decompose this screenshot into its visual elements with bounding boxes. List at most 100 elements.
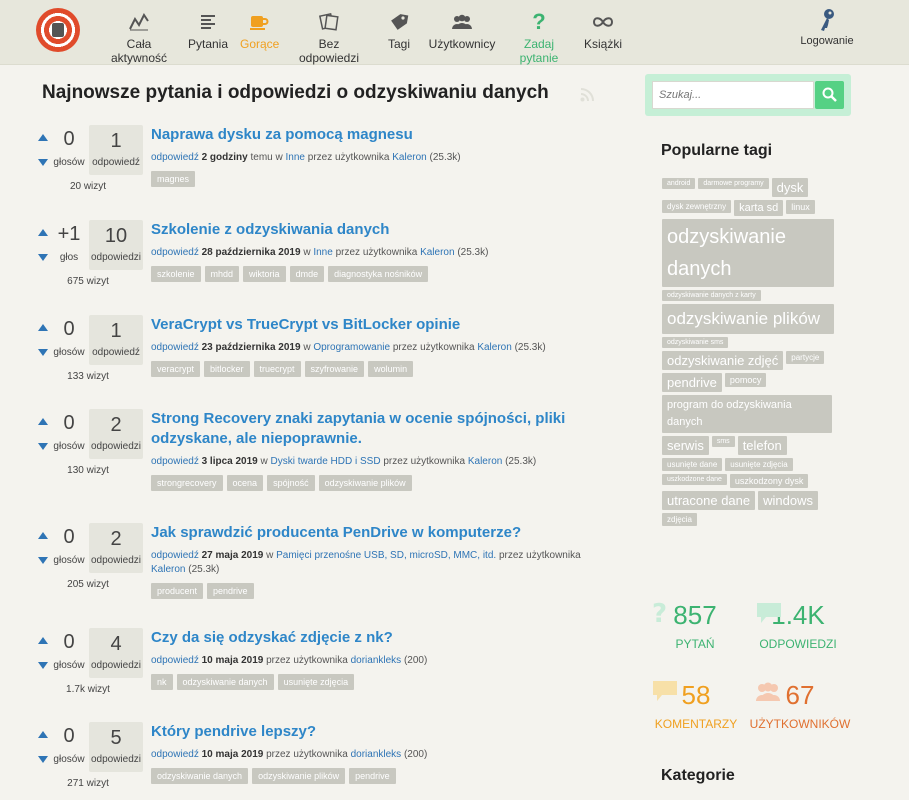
- popular-tag[interactable]: windows: [758, 491, 818, 510]
- question-tag[interactable]: dmde: [289, 266, 325, 282]
- popular-tag[interactable]: utracone dane: [662, 491, 756, 510]
- question-title-link[interactable]: Naprawa dysku za pomocą magnesu: [151, 125, 611, 145]
- answer-link[interactable]: odpowiedź: [151, 342, 199, 353]
- category-link[interactable]: Inne: [313, 247, 332, 258]
- question-tag[interactable]: mhdd: [204, 266, 240, 282]
- popular-tag[interactable]: darmowe programy: [698, 178, 769, 189]
- popular-tag[interactable]: dysk: [771, 178, 809, 197]
- category-link[interactable]: Pamięci przenośne USB, SD, microSD, MMC,…: [276, 550, 496, 561]
- nav-ask-question[interactable]: ? Zadaj pytanie: [503, 10, 575, 66]
- answer-link[interactable]: odpowiedź: [151, 655, 199, 666]
- question-title-link[interactable]: Szkolenie z odzyskiwania danych: [151, 220, 611, 240]
- user-link[interactable]: Kaleron: [151, 564, 185, 575]
- popular-tag[interactable]: odzyskiwanie zdjęć: [662, 351, 784, 370]
- popular-tag[interactable]: program do odzyskiwania danych: [662, 395, 832, 433]
- question-title-link[interactable]: VeraCrypt vs TrueCrypt vs BitLocker opin…: [151, 315, 611, 335]
- question-tag[interactable]: spójność: [267, 475, 315, 491]
- question-tag[interactable]: wolumin: [368, 361, 414, 377]
- answer-link[interactable]: odpowiedź: [151, 247, 199, 258]
- question-tag[interactable]: odzyskiwanie danych: [151, 768, 249, 784]
- vote-down-icon[interactable]: [38, 254, 48, 261]
- answer-link[interactable]: odpowiedź: [151, 456, 199, 467]
- popular-tag[interactable]: linux: [786, 200, 815, 214]
- nav-all-activity[interactable]: Cała aktywność: [99, 10, 179, 65]
- question-title-link[interactable]: Czy da się odzyskać zdjęcie z nk?: [151, 628, 611, 648]
- question-tag[interactable]: szkolenie: [151, 266, 201, 282]
- question-title-link[interactable]: Który pendrive lepszy?: [151, 722, 611, 742]
- user-link[interactable]: doriankleks: [351, 655, 402, 666]
- search-button[interactable]: [815, 81, 844, 109]
- user-link[interactable]: Kaleron: [477, 342, 511, 353]
- vote-down-icon[interactable]: [38, 159, 48, 166]
- vote-down-icon[interactable]: [38, 443, 48, 450]
- question-tag[interactable]: ocena: [226, 475, 264, 491]
- user-link[interactable]: doriankleks: [351, 749, 402, 760]
- vote-down-icon[interactable]: [38, 662, 48, 669]
- user-link[interactable]: Kaleron: [468, 456, 502, 467]
- site-logo[interactable]: [36, 8, 80, 52]
- popular-tag[interactable]: telefon: [737, 436, 787, 455]
- question-tag[interactable]: strongrecovery: [151, 475, 223, 491]
- vote-up-icon[interactable]: [38, 324, 48, 331]
- vote-down-icon[interactable]: [38, 557, 48, 564]
- nav-questions[interactable]: Pytania: [187, 10, 229, 51]
- popular-tag[interactable]: usunięte zdjęcia: [725, 458, 793, 471]
- vote-up-icon[interactable]: [38, 731, 48, 738]
- question-tag[interactable]: diagnostyka nośników: [328, 266, 429, 282]
- question-title-link[interactable]: Strong Recovery znaki zapytania w ocenie…: [151, 409, 611, 449]
- user-link[interactable]: Kaleron: [392, 152, 426, 163]
- popular-tag[interactable]: partycje: [786, 351, 825, 364]
- vote-down-icon[interactable]: [38, 756, 48, 763]
- popular-tag[interactable]: odzyskiwanie plików: [662, 304, 834, 334]
- category-link[interactable]: Oprogramowanie: [313, 342, 390, 353]
- category-link[interactable]: Dyski twarde HDD i SSD: [271, 456, 381, 467]
- popular-tag[interactable]: android: [662, 178, 696, 189]
- vote-down-icon[interactable]: [38, 349, 48, 356]
- answer-link[interactable]: odpowiedź: [151, 550, 199, 561]
- popular-tag[interactable]: uszkodzone dane: [662, 474, 727, 485]
- popular-tag[interactable]: odzyskiwanie danych: [662, 219, 834, 287]
- popular-tag[interactable]: karta sd: [734, 200, 784, 216]
- question-tag[interactable]: truecrypt: [253, 361, 301, 377]
- popular-tag[interactable]: uszkodzony dysk: [729, 474, 809, 488]
- nav-unanswered[interactable]: Bez odpowiedzi: [287, 10, 371, 65]
- category-link[interactable]: Inne: [286, 152, 305, 163]
- popular-tag[interactable]: odzyskiwanie danych z karty: [662, 290, 761, 301]
- popular-tag[interactable]: sms: [711, 436, 735, 447]
- popular-tag[interactable]: dysk zewnętrzny: [662, 200, 732, 213]
- nav-tags[interactable]: Tagi: [386, 10, 412, 51]
- answer-link[interactable]: odpowiedź: [151, 749, 199, 760]
- question-tag[interactable]: usunięte zdjęcia: [277, 674, 355, 690]
- user-link[interactable]: Kaleron: [420, 247, 454, 258]
- search-input[interactable]: [652, 81, 814, 109]
- vote-up-icon[interactable]: [38, 134, 48, 141]
- question-tag[interactable]: veracrypt: [151, 361, 201, 377]
- question-tag[interactable]: odzyskiwanie danych: [176, 674, 274, 690]
- question-tag[interactable]: producent: [151, 583, 204, 599]
- popular-tag[interactable]: pomocy: [724, 373, 767, 387]
- question-tag[interactable]: odzyskiwanie plików: [318, 475, 412, 491]
- nav-users[interactable]: Użytkownicy: [428, 10, 496, 51]
- vote-up-icon[interactable]: [38, 637, 48, 644]
- question-tag[interactable]: pendrive: [349, 768, 396, 784]
- answer-link[interactable]: odpowiedź: [151, 152, 199, 163]
- question-title-link[interactable]: Jak sprawdzić producenta PenDrive w komp…: [151, 523, 611, 543]
- question-tag[interactable]: nk: [151, 674, 173, 690]
- popular-tag[interactable]: pendrive: [662, 373, 722, 392]
- popular-tag[interactable]: odzyskiwanie sms: [662, 337, 729, 348]
- popular-tag[interactable]: serwis: [662, 436, 709, 455]
- nav-hot[interactable]: Gorące: [240, 10, 279, 51]
- vote-up-icon[interactable]: [38, 532, 48, 539]
- question-tag[interactable]: magnes: [151, 171, 196, 187]
- popular-tag[interactable]: usunięte dane: [662, 458, 723, 471]
- rss-icon[interactable]: [580, 88, 594, 102]
- question-tag[interactable]: pendrive: [207, 583, 254, 599]
- vote-up-icon[interactable]: [38, 229, 48, 236]
- login-link[interactable]: Logowanie: [796, 8, 858, 47]
- question-tag[interactable]: bitlocker: [204, 361, 250, 377]
- question-tag[interactable]: odzyskiwanie plików: [252, 768, 346, 784]
- question-tag[interactable]: wiktoria: [243, 266, 286, 282]
- popular-tag[interactable]: zdjęcia: [662, 513, 697, 526]
- vote-up-icon[interactable]: [38, 418, 48, 425]
- nav-books[interactable]: Książki: [584, 10, 622, 51]
